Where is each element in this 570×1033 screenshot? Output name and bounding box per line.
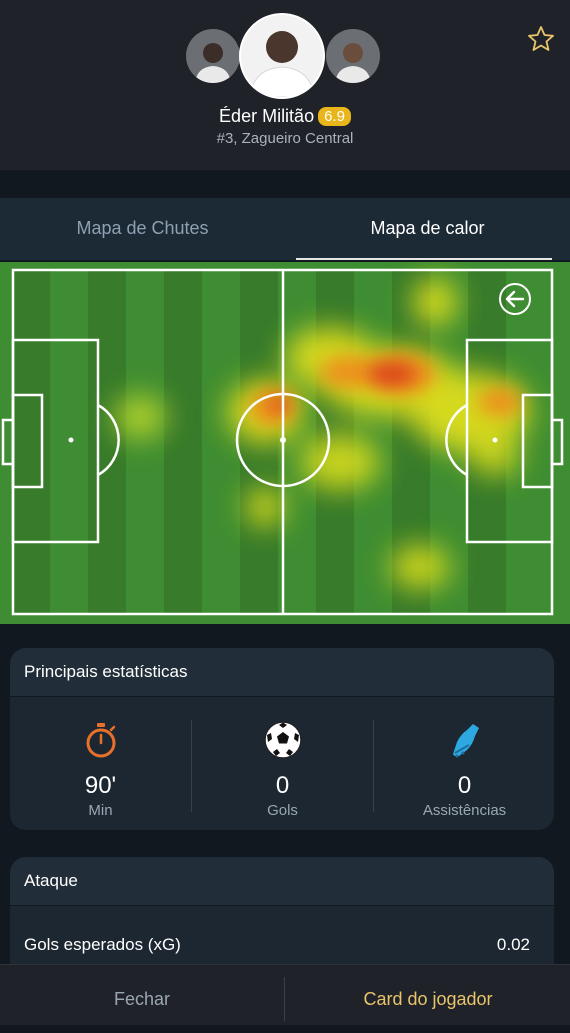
heatmap-svg	[0, 262, 570, 624]
attack-title: Ataque	[10, 857, 554, 906]
tab-heatmap[interactable]: Mapa de calor	[285, 198, 570, 260]
main-stats-card: Principais estatísticas 90' Min 0 Gols 0…	[10, 648, 554, 830]
teammate-avatar-right[interactable]	[326, 29, 380, 83]
attack-direction-arrow-icon[interactable]	[497, 281, 533, 317]
tab-shot-map[interactable]: Mapa de Chutes	[0, 198, 285, 260]
stat-value: 0	[275, 772, 290, 799]
active-tab-indicator	[296, 258, 552, 260]
attack-row-value: 0.02	[496, 935, 530, 954]
attack-card: Ataque Gols esperados (xG) 0.02	[10, 857, 554, 977]
person-silhouette-icon	[249, 31, 315, 97]
footer-bar: Fechar Card do jogador	[0, 964, 570, 1025]
player-card-button[interactable]: Card do jogador	[286, 965, 570, 1025]
soccer-ball-icon	[263, 721, 302, 759]
footer-divider	[284, 977, 285, 1021]
teammate-avatar-left[interactable]	[186, 29, 240, 83]
player-name: Éder Militão	[219, 106, 315, 126]
stopwatch-icon	[86, 723, 115, 758]
stat-value: 90'	[84, 772, 117, 799]
stat-value: 0	[457, 772, 472, 799]
right-penalty-spot	[492, 437, 498, 443]
heatmap-pitch	[0, 262, 570, 624]
stat-assists: 0 Assistências	[374, 718, 554, 819]
close-button[interactable]: Fechar	[0, 965, 284, 1025]
player-header: Éder Militão 6.9 #3, Zagueiro Central	[0, 0, 570, 170]
player-position: #3, Zagueiro Central	[216, 130, 354, 147]
soccer-boot-icon	[452, 724, 479, 758]
tab-bar: Mapa de Chutes Mapa de calor	[0, 198, 570, 260]
left-penalty-spot	[68, 437, 74, 443]
attack-row-xg: Gols esperados (xG) 0.02	[24, 935, 530, 955]
person-silhouette-icon	[195, 43, 231, 83]
favorite-star-icon[interactable]	[526, 24, 556, 54]
stat-minutes: 90' Min	[10, 718, 191, 819]
stat-goals: 0 Gols	[192, 718, 373, 819]
stat-label: Min	[88, 802, 113, 819]
player-avatar	[239, 13, 325, 99]
attack-row-label: Gols esperados (xG)	[24, 935, 181, 954]
rating-badge: 6.9	[318, 107, 351, 126]
center-spot	[280, 437, 286, 443]
main-stats-title: Principais estatísticas	[10, 648, 554, 697]
player-name-row: Éder Militão 6.9	[0, 105, 570, 127]
stat-label: Gols	[267, 802, 298, 819]
person-silhouette-icon	[335, 43, 371, 83]
stat-label: Assistências	[422, 802, 507, 819]
